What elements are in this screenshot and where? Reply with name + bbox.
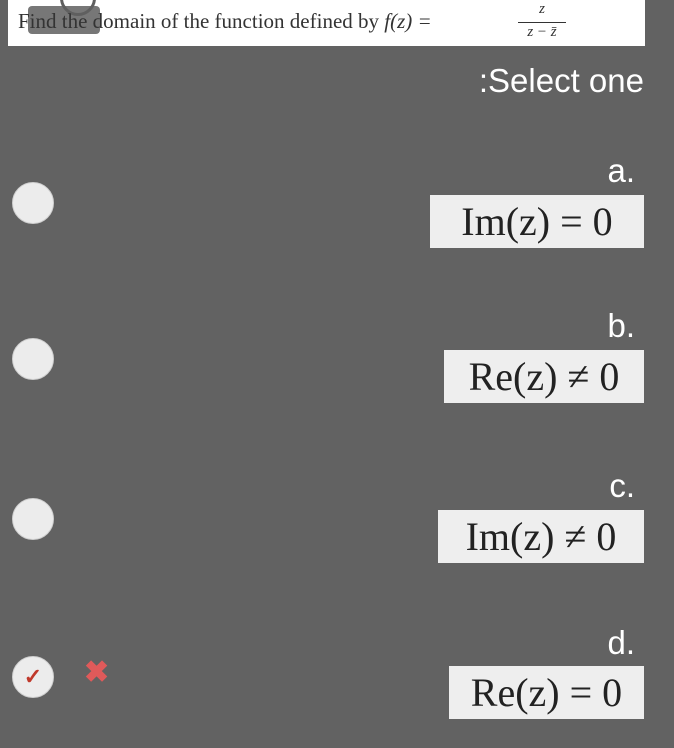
select-one-label: :Select one	[478, 62, 644, 99]
option-c-radio[interactable]	[12, 498, 54, 540]
fraction-numerator: z	[539, 1, 545, 17]
option-d-radio[interactable]: ✓	[12, 656, 54, 698]
option-b-formula-text: Re(z) ≠ 0	[468, 354, 620, 399]
option-c-formula-text: Im(z) ≠ 0	[465, 514, 617, 559]
check-icon: ✓	[23, 664, 43, 689]
question-function: f(z) =	[384, 9, 432, 33]
option-b-radio[interactable]	[12, 338, 54, 380]
option-a-formula-text: Im(z) = 0	[461, 199, 613, 244]
question-prefix: Find the domain of the function defined …	[18, 9, 385, 33]
wrong-answer-icon: ✖	[84, 656, 110, 689]
fraction-bar	[518, 22, 566, 23]
option-b-letter: b.	[607, 307, 635, 344]
option-d-letter: d.	[607, 624, 635, 661]
option-a-formula[interactable]: Im(z) = 0	[430, 195, 644, 248]
option-b-formula[interactable]: Re(z) ≠ 0	[444, 350, 644, 403]
question-fraction: z z − z̄	[516, 1, 568, 45]
question-box: Find the domain of the function defined …	[8, 0, 645, 46]
option-c-formula[interactable]: Im(z) ≠ 0	[438, 510, 644, 563]
option-c-letter: c.	[609, 467, 635, 504]
option-a-letter: a.	[607, 152, 635, 189]
option-d-formula[interactable]: Re(z) = 0	[449, 666, 644, 719]
question-text: Find the domain of the function defined …	[18, 9, 432, 34]
fraction-denominator: z − z̄	[527, 24, 557, 40]
option-d-formula-text: Re(z) = 0	[470, 670, 623, 715]
option-a-radio[interactable]	[12, 182, 54, 224]
